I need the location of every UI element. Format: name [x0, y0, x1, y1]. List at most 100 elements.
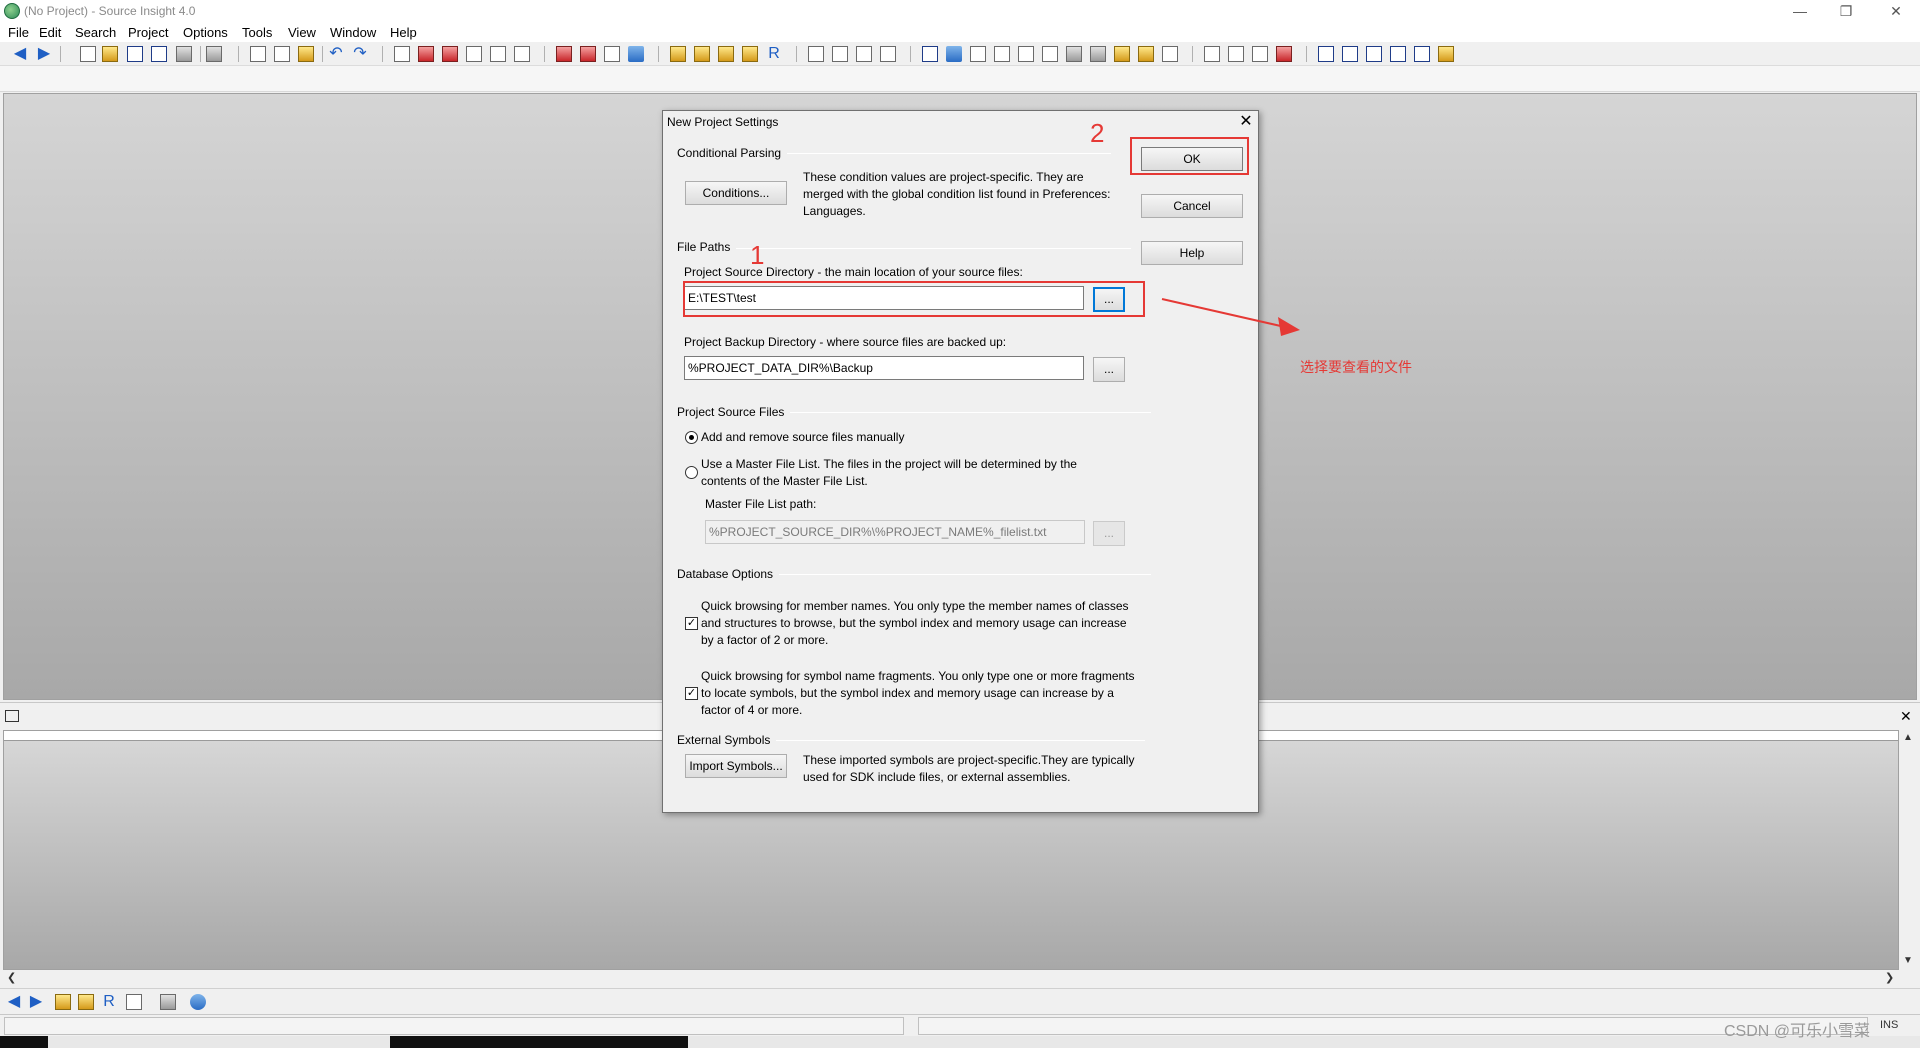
grid-icon[interactable] [1162, 46, 1178, 62]
master-file-list-radio[interactable] [685, 466, 698, 479]
style-e-icon[interactable] [1414, 46, 1430, 62]
remove-icon[interactable] [1276, 46, 1292, 62]
panel-project-icon[interactable] [55, 994, 71, 1010]
panel-back-icon[interactable]: ◀ [6, 994, 22, 1010]
scroll-right-icon[interactable]: ❯ [1885, 971, 1894, 984]
outline-icon[interactable] [1228, 46, 1244, 62]
browse-icon[interactable] [718, 46, 734, 62]
bookmark-next-icon[interactable] [580, 46, 596, 62]
window-title: (No Project) - Source Insight 4.0 [24, 4, 196, 18]
help-button[interactable]: Help [1141, 241, 1243, 265]
horizontal-scrollbar[interactable]: ❮ ❯ [3, 970, 1899, 986]
symbol-window-icon[interactable] [694, 46, 710, 62]
menu-window[interactable]: Window [330, 25, 376, 40]
master-path-label: Master File List path: [705, 497, 817, 511]
fragments-checkbox[interactable]: ✓ [685, 687, 698, 700]
forward-icon[interactable]: ▶ [36, 46, 52, 62]
back-icon[interactable]: ◀ [12, 46, 28, 62]
new-file-icon[interactable] [80, 46, 96, 62]
panel-book-icon[interactable] [78, 994, 94, 1010]
paste-icon[interactable] [298, 46, 314, 62]
go-to-line-icon[interactable] [628, 46, 644, 62]
jump-icon[interactable] [604, 46, 620, 62]
style-c-icon[interactable] [1366, 46, 1382, 62]
layout-2-icon[interactable] [832, 46, 848, 62]
menu-project[interactable]: Project [128, 25, 168, 40]
help-tip-icon[interactable] [1042, 46, 1058, 62]
panel-toggle-icon[interactable] [946, 46, 962, 62]
project-window-icon[interactable] [670, 46, 686, 62]
bookmark-icon[interactable] [556, 46, 572, 62]
scroll-left-icon[interactable]: ❮ [7, 971, 16, 984]
find-prev-icon[interactable] [418, 46, 434, 62]
home-icon[interactable] [1090, 46, 1106, 62]
master-path-input[interactable]: %PROJECT_SOURCE_DIR%\%PROJECT_NAME%_file… [705, 520, 1085, 544]
external-symbols-label: External Symbols [677, 733, 777, 747]
relation-graph-icon[interactable] [970, 46, 986, 62]
vertical-scrollbar[interactable]: ▲ ▼ [1899, 730, 1917, 970]
scroll-up-icon[interactable]: ▲ [1903, 732, 1913, 743]
panel-outline-icon[interactable] [126, 994, 142, 1010]
cut-icon[interactable] [250, 46, 266, 62]
style-d-icon[interactable] [1390, 46, 1406, 62]
relation-window-icon[interactable]: R [766, 46, 782, 62]
replace-icon[interactable] [490, 46, 506, 62]
menu-search[interactable]: Search [75, 25, 116, 40]
master-path-browse-button[interactable]: ... [1093, 521, 1125, 546]
bird-icon[interactable] [1114, 46, 1130, 62]
symbol-info-icon[interactable] [994, 46, 1010, 62]
panel-relation-icon[interactable]: R [101, 994, 117, 1010]
cancel-button[interactable]: Cancel [1141, 194, 1243, 218]
backup-dir-browse-button[interactable]: ... [1093, 357, 1125, 382]
find-next-icon[interactable] [442, 46, 458, 62]
settings-gear-icon[interactable] [190, 994, 206, 1010]
redo-icon[interactable]: ↷ [352, 46, 368, 62]
layout-4-icon[interactable] [880, 46, 896, 62]
source-files-label: Project Source Files [677, 405, 791, 419]
expand-icon[interactable] [1204, 46, 1220, 62]
panel-lock-icon[interactable] [160, 994, 176, 1010]
menu-view[interactable]: View [288, 25, 316, 40]
restore-icon[interactable]: ❐ [1823, 0, 1869, 22]
menu-options[interactable]: Options [183, 25, 228, 40]
panel-forward-icon[interactable]: ▶ [28, 994, 44, 1010]
relation-icon[interactable] [742, 46, 758, 62]
save-icon[interactable] [127, 46, 143, 62]
panel-close-icon[interactable]: ✕ [1900, 708, 1912, 725]
import-symbols-button[interactable]: Import Symbols... [685, 754, 787, 778]
overview-icon[interactable] [1066, 46, 1082, 62]
dialog-close-icon[interactable]: ✕ [1234, 111, 1258, 133]
style-f-icon[interactable] [1438, 46, 1454, 62]
menu-help[interactable]: Help [390, 25, 417, 40]
save-all-icon[interactable] [151, 46, 167, 62]
minimize-icon[interactable]: — [1777, 0, 1823, 22]
taskbar-strip [0, 1036, 1920, 1048]
undo-icon[interactable]: ↶ [328, 46, 344, 62]
tree-icon[interactable] [1138, 46, 1154, 62]
style-a-icon[interactable] [1318, 46, 1334, 62]
menu-edit[interactable]: Edit [39, 25, 61, 40]
panel-icon[interactable] [5, 710, 19, 722]
manual-files-radio[interactable] [685, 431, 698, 444]
menu-file[interactable]: File [8, 25, 29, 40]
scroll-down-icon[interactable]: ▼ [1903, 955, 1913, 966]
clip-icon[interactable] [1018, 46, 1034, 62]
member-names-checkbox[interactable]: ✓ [685, 617, 698, 630]
indent-icon[interactable] [1252, 46, 1268, 62]
search-files-icon[interactable] [466, 46, 482, 62]
lookup-references-icon[interactable] [514, 46, 530, 62]
close-icon[interactable]: ✕ [1873, 0, 1919, 22]
menu-tools[interactable]: Tools [242, 25, 272, 40]
conditions-button[interactable]: Conditions... [685, 181, 787, 205]
close-file-icon[interactable] [176, 46, 192, 62]
copy-icon[interactable] [274, 46, 290, 62]
find-icon[interactable] [394, 46, 410, 62]
title-bar: (No Project) - Source Insight 4.0 — ❐ ✕ [0, 0, 1920, 22]
style-b-icon[interactable] [1342, 46, 1358, 62]
context-icon[interactable] [922, 46, 938, 62]
backup-dir-input[interactable]: %PROJECT_DATA_DIR%\Backup [684, 356, 1084, 380]
open-file-icon[interactable] [102, 46, 118, 62]
layout-1-icon[interactable] [808, 46, 824, 62]
layout-3-icon[interactable] [856, 46, 872, 62]
print-icon[interactable] [206, 46, 222, 62]
